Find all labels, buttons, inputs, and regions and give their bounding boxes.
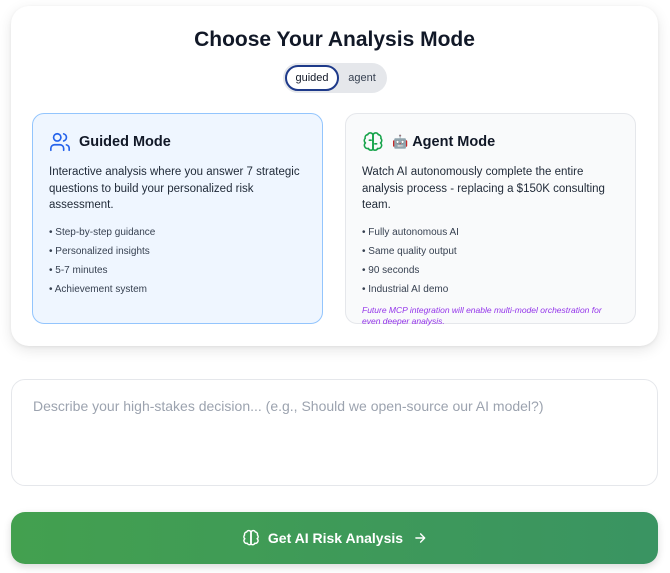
- guided-mode-title: Guided Mode: [79, 134, 171, 150]
- toggle-agent[interactable]: agent: [339, 65, 385, 91]
- page-title: Choose Your Analysis Mode: [194, 28, 475, 51]
- analysis-mode-card: Choose Your Analysis Mode guided agent G…: [11, 6, 658, 346]
- mcp-integration-note: Future MCP integration will enable multi…: [362, 304, 602, 327]
- agent-mode-header: 🤖 Agent Mode: [362, 130, 619, 154]
- get-analysis-label: Get AI Risk Analysis: [267, 530, 404, 546]
- guided-mode-option[interactable]: Guided Mode Interactive analysis where y…: [32, 113, 323, 324]
- agent-mode-description: Watch AI autonomously complete the entir…: [362, 166, 605, 211]
- agent-feature: Fully autonomous AI: [362, 223, 619, 242]
- users-icon: [49, 131, 71, 153]
- get-analysis-button[interactable]: Get AI Risk Analysis: [11, 512, 658, 564]
- decision-input[interactable]: [11, 379, 658, 486]
- mode-toggle: guided agent: [283, 63, 387, 93]
- brain-icon: [242, 529, 260, 547]
- agent-mode-title: Agent Mode: [412, 134, 496, 150]
- agent-feature: Same quality output: [362, 242, 619, 261]
- guided-feature: Achievement system: [49, 280, 306, 299]
- guided-feature: Personalized insights: [49, 242, 306, 261]
- guided-feature: Step-by-step guidance: [49, 223, 306, 242]
- guided-mode-description: Interactive analysis where you answer 7 …: [49, 166, 300, 211]
- robot-icon: 🤖: [392, 134, 409, 149]
- agent-feature: Industrial AI demo: [362, 280, 619, 299]
- agent-mode-option[interactable]: 🤖 Agent Mode Watch AI autonomously compl…: [345, 113, 636, 326]
- agent-feature: 90 seconds: [362, 261, 619, 280]
- brain-icon: [362, 131, 384, 153]
- guided-feature: 5-7 minutes: [49, 261, 306, 280]
- arrow-right-icon: [413, 531, 427, 545]
- guided-mode-header: Guided Mode: [49, 130, 306, 154]
- toggle-guided[interactable]: guided: [285, 65, 339, 91]
